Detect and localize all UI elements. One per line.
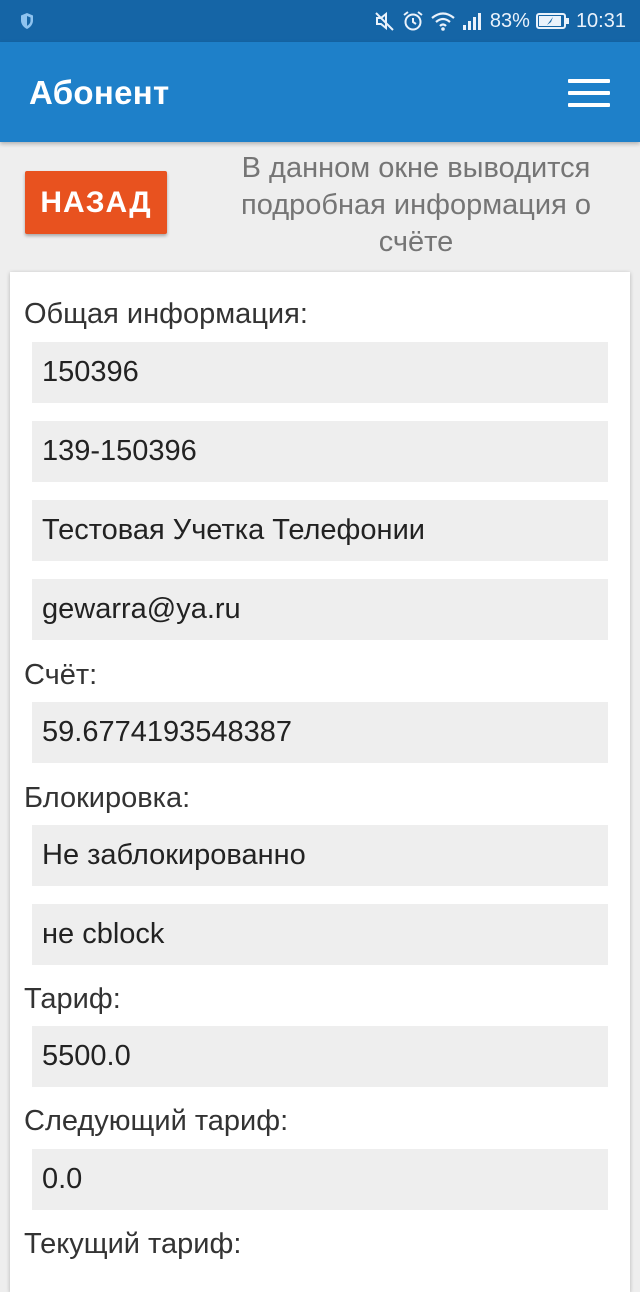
block-status-field: Не заблокированно: [32, 825, 608, 886]
app-title: Абонент: [29, 74, 170, 111]
account-name-field: Тестовая Учетка Телефонии: [32, 500, 608, 561]
general-info-label: Общая информация:: [24, 298, 308, 330]
current-tariff-label: Текущий тариф:: [24, 1228, 242, 1260]
hamburger-menu-icon[interactable]: [568, 79, 612, 107]
back-button[interactable]: НАЗАД: [25, 171, 167, 234]
mute-icon: [375, 11, 394, 31]
battery-icon: [535, 13, 569, 29]
page-description: В данном окне выводится подробная информ…: [241, 152, 591, 258]
status-bar: 83% 10:31: [0, 0, 640, 42]
wifi-icon: [431, 12, 455, 31]
tariff-label: Тариф:: [24, 983, 121, 1015]
cblock-status-field: не cblock: [32, 904, 608, 965]
shield-icon: [21, 13, 33, 29]
battery-percent: 83%: [489, 9, 530, 32]
app-bar: Абонент: [0, 42, 640, 142]
status-time: 10:31: [575, 9, 626, 32]
next-tariff-field: 0.0: [32, 1149, 608, 1210]
balance-field: 59.6774193548387: [32, 702, 608, 763]
email-field: gewarra@ya.ru: [32, 579, 608, 640]
contract-number-field: 139-150396: [32, 421, 608, 482]
balance-label: Счёт:: [24, 659, 98, 691]
alarm-icon: [403, 11, 423, 31]
tariff-field: 5500.0: [32, 1026, 608, 1087]
block-label: Блокировка:: [24, 782, 191, 814]
account-id-field: 150396: [32, 342, 608, 403]
signal-icon: [462, 13, 481, 30]
account-details-card: Общая информация: 150396 139-150396 Тест…: [10, 272, 630, 1292]
next-tariff-label: Следующий тариф:: [24, 1105, 289, 1137]
